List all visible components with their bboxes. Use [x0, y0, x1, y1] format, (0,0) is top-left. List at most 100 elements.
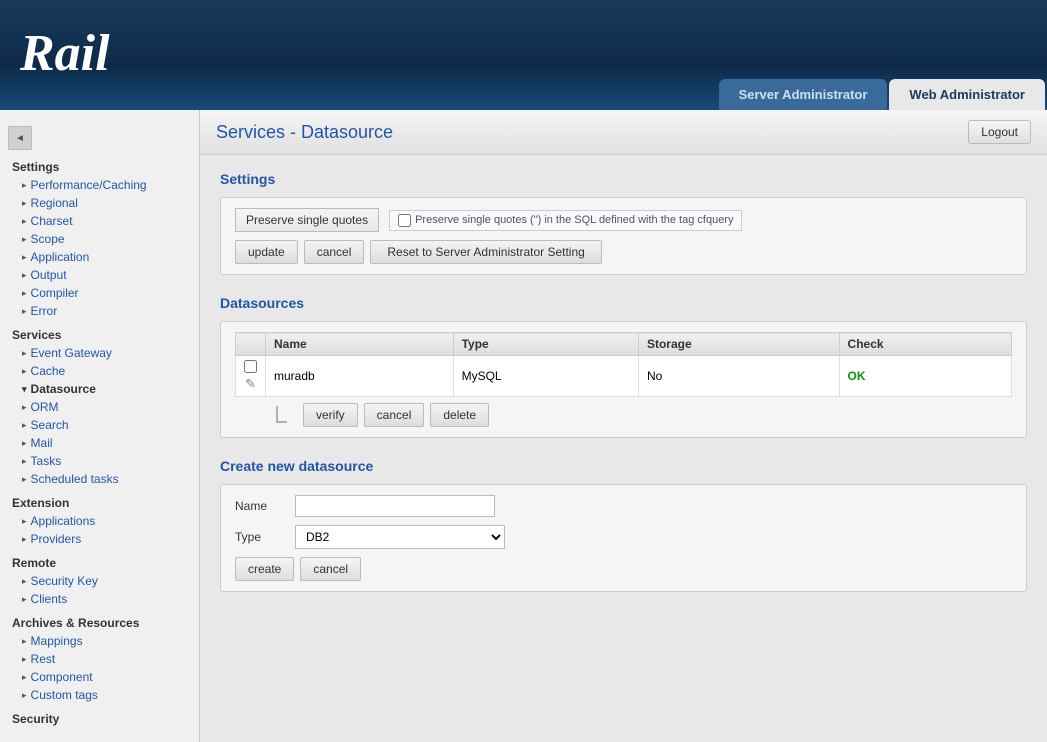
sidebar-item-application[interactable]: ▸Application — [0, 248, 199, 266]
sidebar-item-rest[interactable]: ▸Rest — [0, 650, 199, 668]
sidebar-item-cache[interactable]: ▸Cache — [0, 362, 199, 380]
name-input[interactable] — [295, 495, 495, 517]
arrow-icon: ▸ — [22, 270, 27, 281]
content-area: Settings Preserve single quotes Preserve… — [200, 155, 1047, 608]
tab-server-admin[interactable]: Server Administrator — [719, 79, 888, 110]
row-checkbox[interactable] — [244, 360, 257, 373]
sidebar-section-settings: Settings ▸Performance/Caching ▸Regional … — [0, 156, 199, 320]
arrow-icon: ▸ — [22, 180, 27, 191]
verify-button[interactable]: verify — [303, 403, 358, 427]
sidebar-section-title-extension: Extension — [0, 492, 199, 512]
sidebar-item-scheduled-tasks[interactable]: ▸Scheduled tasks — [0, 470, 199, 488]
create-panel: Name Type DB2 MySQL MSSQL Oracle Postgre… — [220, 484, 1027, 592]
datasources-section-title: Datasources — [220, 295, 1027, 311]
indent-arrow-icon — [275, 404, 293, 426]
create-cancel-button[interactable]: cancel — [300, 557, 361, 581]
name-form-row: Name — [235, 495, 1012, 517]
sidebar-section-title-remote: Remote — [0, 552, 199, 572]
page-header-bar: Services - Datasource Logout — [200, 110, 1047, 155]
sidebar-item-datasource[interactable]: ▾Datasource — [0, 380, 199, 398]
settings-section-title: Settings — [220, 171, 1027, 187]
sidebar-item-applications[interactable]: ▸Applications — [0, 512, 199, 530]
sidebar-item-event-gateway[interactable]: ▸Event Gateway — [0, 344, 199, 362]
delete-button[interactable]: delete — [430, 403, 489, 427]
row-checkbox-cell: ✎ — [236, 356, 266, 397]
col-type: Type — [453, 333, 638, 356]
sidebar-item-providers[interactable]: ▸Providers — [0, 530, 199, 548]
arrow-icon: ▸ — [22, 306, 27, 317]
main-content: Services - Datasource Logout Settings Pr… — [200, 110, 1047, 742]
sidebar-item-security-key[interactable]: ▸Security Key — [0, 572, 199, 590]
sidebar-item-orm[interactable]: ▸ORM — [0, 398, 199, 416]
sidebar-collapse-button[interactable]: ◄ — [8, 126, 32, 150]
sidebar-item-search[interactable]: ▸Search — [0, 416, 199, 434]
preserve-quotes-row: Preserve single quotes Preserve single q… — [235, 208, 1012, 232]
sidebar-item-output[interactable]: ▸Output — [0, 266, 199, 284]
create-section-title: Create new datasource — [220, 458, 1027, 474]
create-button[interactable]: create — [235, 557, 294, 581]
sidebar-item-regional[interactable]: ▸Regional — [0, 194, 199, 212]
arrow-icon: ▸ — [22, 456, 27, 467]
header: Railo Server Administrator Web Administr… — [0, 0, 1047, 110]
edit-icon[interactable]: ✎ — [245, 376, 256, 391]
sidebar-item-performance-caching[interactable]: ▸Performance/Caching — [0, 176, 199, 194]
datasources-panel: Name Type Storage Check ✎ muradb — [220, 321, 1027, 438]
arrow-icon: ▸ — [22, 288, 27, 299]
arrow-icon: ▸ — [22, 216, 27, 227]
sidebar-item-tasks[interactable]: ▸Tasks — [0, 452, 199, 470]
datasource-action-row: verify cancel delete — [235, 403, 1012, 427]
sidebar-section-title-services: Services — [0, 324, 199, 344]
col-name: Name — [266, 333, 454, 356]
preserve-checkbox-label[interactable]: Preserve single quotes (") in the SQL de… — [389, 210, 742, 231]
sidebar-section-title-archives: Archives & Resources — [0, 612, 199, 632]
type-form-row: Type DB2 MySQL MSSQL Oracle PostgreSQL H… — [235, 525, 1012, 549]
arrow-icon: ▸ — [22, 690, 27, 701]
sidebar-item-mail[interactable]: ▸Mail — [0, 434, 199, 452]
arrow-icon: ▸ — [22, 594, 27, 605]
arrow-icon: ▸ — [22, 348, 27, 359]
sidebar-section-title-security: Security — [0, 708, 199, 728]
sidebar-item-compiler[interactable]: ▸Compiler — [0, 284, 199, 302]
arrow-icon: ▸ — [22, 516, 27, 527]
col-checkbox — [236, 333, 266, 356]
sidebar-item-charset[interactable]: ▸Charset — [0, 212, 199, 230]
arrow-icon: ▸ — [22, 438, 27, 449]
type-form-label: Type — [235, 530, 285, 544]
sidebar-item-mappings[interactable]: ▸Mappings — [0, 632, 199, 650]
arrow-icon: ▸ — [22, 402, 27, 413]
logout-button[interactable]: Logout — [968, 120, 1031, 144]
preserve-quotes-checkbox[interactable] — [398, 214, 411, 227]
update-button[interactable]: update — [235, 240, 298, 264]
arrow-icon: ▸ — [22, 672, 27, 683]
type-select-wrap: DB2 MySQL MSSQL Oracle PostgreSQL HSQLDB… — [295, 525, 505, 549]
sidebar-item-scope[interactable]: ▸Scope — [0, 230, 199, 248]
sidebar-item-component[interactable]: ▸Component — [0, 668, 199, 686]
sidebar-item-clients[interactable]: ▸Clients — [0, 590, 199, 608]
sidebar-item-custom-tags[interactable]: ▸Custom tags — [0, 686, 199, 704]
row-storage: No — [638, 356, 839, 397]
sidebar-section-security: Security — [0, 708, 199, 728]
col-check: Check — [839, 333, 1011, 356]
col-storage: Storage — [638, 333, 839, 356]
settings-panel: Preserve single quotes Preserve single q… — [220, 197, 1027, 275]
header-tabs: Server Administrator Web Administrator — [719, 0, 1047, 110]
preserve-quotes-label: Preserve single quotes — [235, 208, 379, 232]
arrow-icon: ▸ — [22, 474, 27, 485]
layout: ◄ Settings ▸Performance/Caching ▸Regiona… — [0, 110, 1047, 742]
sidebar-section-archives: Archives & Resources ▸Mappings ▸Rest ▸Co… — [0, 612, 199, 704]
arrow-icon-open: ▾ — [22, 384, 27, 395]
ds-cancel-button[interactable]: cancel — [364, 403, 425, 427]
tab-web-admin[interactable]: Web Administrator — [889, 79, 1045, 110]
svg-text:Railo: Railo — [20, 25, 110, 80]
table-row: ✎ muradb MySQL No OK — [236, 356, 1012, 397]
arrow-icon: ▸ — [22, 636, 27, 647]
page-title: Services - Datasource — [216, 122, 393, 143]
type-select[interactable]: DB2 MySQL MSSQL Oracle PostgreSQL HSQLDB… — [296, 526, 504, 548]
settings-action-row: update cancel Reset to Server Administra… — [235, 240, 1012, 264]
sidebar-item-error[interactable]: ▸Error — [0, 302, 199, 320]
sidebar: ◄ Settings ▸Performance/Caching ▸Regiona… — [0, 110, 200, 742]
reset-button[interactable]: Reset to Server Administrator Setting — [370, 240, 601, 264]
settings-cancel-button[interactable]: cancel — [304, 240, 365, 264]
sidebar-section-services: Services ▸Event Gateway ▸Cache ▾Datasour… — [0, 324, 199, 488]
create-action-row: create cancel — [235, 557, 1012, 581]
